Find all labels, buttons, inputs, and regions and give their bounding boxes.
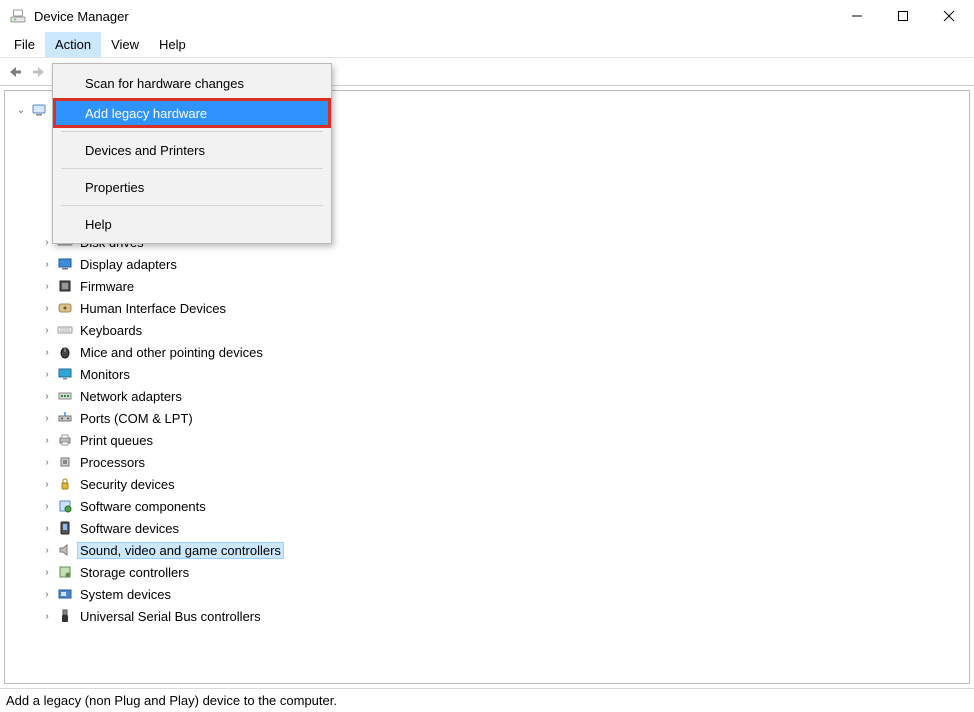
menu-devices-and-printers[interactable]: Devices and Printers [55,135,329,165]
menu-help[interactable]: Help [149,32,196,57]
expander-icon[interactable]: › [41,258,53,270]
swdev-icon [57,520,73,536]
tree-item[interactable]: › Network adapters [15,385,961,407]
expander-icon[interactable]: › [41,500,53,512]
computer-icon [31,102,47,118]
menu-separator [61,131,323,132]
tree-item[interactable]: › Monitors [15,363,961,385]
tree-item-label: Monitors [77,366,133,383]
menu-add-legacy-hardware[interactable]: Add legacy hardware [55,98,329,128]
menu-scan-hardware[interactable]: Scan for hardware changes [55,68,329,98]
expander-icon[interactable]: › [41,390,53,402]
tree-item[interactable]: › Firmware [15,275,961,297]
tree-item-label: System devices [77,586,174,603]
monitor-icon [57,366,73,382]
tree-item-label: Software devices [77,520,182,537]
tree-item[interactable]: › Storage controllers [15,561,961,583]
display-icon [57,256,73,272]
tree-item[interactable]: › Print queues [15,429,961,451]
expander-icon[interactable]: › [41,324,53,336]
firmware-icon [57,278,73,294]
expander-icon[interactable]: › [41,434,53,446]
menu-view[interactable]: View [101,32,149,57]
tree-item-label: Keyboards [77,322,145,339]
mouse-icon [57,344,73,360]
menu-separator [61,168,323,169]
expander-icon[interactable]: › [41,610,53,622]
minimize-button[interactable] [834,1,880,31]
system-icon [57,586,73,602]
tree-item-label: Software components [77,498,209,515]
tree-item-label: Mice and other pointing devices [77,344,266,361]
tree-item-label: Universal Serial Bus controllers [77,608,264,625]
app-icon [10,8,26,24]
window-title: Device Manager [34,9,129,24]
tree-item-label: Firmware [77,278,137,295]
menu-action[interactable]: Action [45,32,101,57]
sound-icon [57,542,73,558]
menu-properties[interactable]: Properties [55,172,329,202]
storage-icon [57,564,73,580]
tree-item[interactable]: › Software devices [15,517,961,539]
expander-icon[interactable]: › [41,302,53,314]
tree-item[interactable]: › Security devices [15,473,961,495]
menu-file[interactable]: File [4,32,45,57]
status-text: Add a legacy (non Plug and Play) device … [6,693,337,708]
action-dropdown: Scan for hardware changes Add legacy har… [52,63,332,244]
network-icon [57,388,73,404]
tree-item[interactable]: › Processors [15,451,961,473]
tree-item[interactable]: › Mice and other pointing devices [15,341,961,363]
tree-item[interactable]: › Sound, video and game controllers [15,539,961,561]
tree-item[interactable]: › Display adapters [15,253,961,275]
expander-icon[interactable]: › [41,544,53,556]
tree-item-label: Storage controllers [77,564,192,581]
usb-icon [57,608,73,624]
expander-icon[interactable]: › [41,412,53,424]
tree-item[interactable]: › Universal Serial Bus controllers [15,605,961,627]
tree-item[interactable]: › Human Interface Devices [15,297,961,319]
printer-icon [57,432,73,448]
expander-icon[interactable]: › [41,566,53,578]
expander-icon[interactable]: › [41,588,53,600]
menu-bar: File Action View Help [0,32,974,58]
menu-separator [61,205,323,206]
expander-icon[interactable]: › [41,522,53,534]
title-bar: Device Manager [0,0,974,32]
tree-item-label: Print queues [77,432,156,449]
tree-item-label: Processors [77,454,148,471]
keyboard-icon [57,322,73,338]
tree-item[interactable]: › System devices [15,583,961,605]
toolbar-back-button[interactable] [4,61,26,83]
tree-item[interactable]: › Ports (COM & LPT) [15,407,961,429]
toolbar-forward-button[interactable] [28,61,50,83]
tree-item-label: Ports (COM & LPT) [77,410,196,427]
menu-help[interactable]: Help [55,209,329,239]
tree-item[interactable]: › Keyboards [15,319,961,341]
hid-icon [57,300,73,316]
expander-icon[interactable]: › [41,456,53,468]
tree-item-label: Security devices [77,476,178,493]
expander-icon[interactable]: › [41,280,53,292]
expander-icon[interactable]: › [41,368,53,380]
tree-item[interactable]: › Software components [15,495,961,517]
close-button[interactable] [926,1,972,31]
tree-item-label: Human Interface Devices [77,300,229,317]
ports-icon [57,410,73,426]
maximize-button[interactable] [880,1,926,31]
tree-item-label: Sound, video and game controllers [77,542,284,559]
security-icon [57,476,73,492]
expander-icon[interactable]: ⌄ [15,104,27,116]
expander-icon[interactable]: › [41,346,53,358]
swcomp-icon [57,498,73,514]
tree-item-label: Display adapters [77,256,180,273]
cpu-icon [57,454,73,470]
expander-icon[interactable]: › [41,478,53,490]
tree-item-label: Network adapters [77,388,185,405]
status-bar: Add a legacy (non Plug and Play) device … [0,688,974,712]
